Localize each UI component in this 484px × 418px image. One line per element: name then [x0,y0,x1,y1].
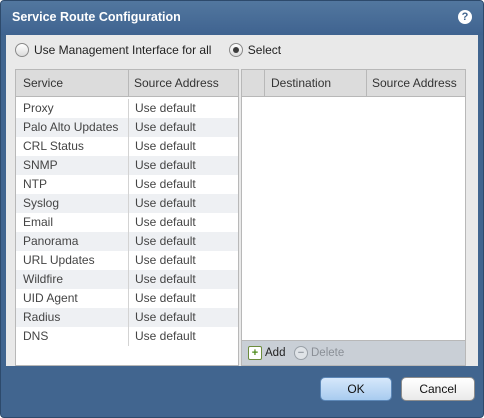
help-icon[interactable]: ? [458,10,472,24]
radio-select[interactable]: Select [228,42,281,58]
delete-button-label: Delete [311,347,345,359]
source-address-cell[interactable]: Use default [128,175,196,194]
service-name-cell: Radius [23,310,61,324]
source-address-cell[interactable]: Use default [128,308,196,327]
mode-radio-group: Use Management Interface for all Select [15,42,281,60]
service-name-cell: Email [23,215,54,229]
destination-table: Destination Source Address + Add − Delete [241,69,466,366]
source-address-cell[interactable]: Use default [128,232,196,251]
service-name-cell: Syslog [23,196,60,210]
service-name-cell: Proxy [23,101,54,115]
source-address-cell[interactable]: Use default [128,270,196,289]
delete-button[interactable]: − Delete [294,345,344,361]
add-icon: + [248,345,262,360]
service-name-cell: DNS [23,329,49,343]
source-address-cell[interactable]: Use default [128,156,196,175]
service-name-cell: Wildfire [23,272,64,286]
service-name-cell: UID Agent [23,291,78,305]
table-row[interactable]: UID Agent Use default [16,289,238,308]
service-name-cell: Palo Alto Updates [23,120,119,134]
services-table-header: Service Source Address [16,70,238,97]
source-address-cell[interactable]: Use default [128,118,196,137]
dialog-titlebar[interactable]: Service Route Configuration ? [1,1,483,35]
row-select-column-header[interactable] [242,70,265,96]
service-name-cell: URL Updates [23,253,95,267]
source-address-cell[interactable]: Use default [128,327,196,346]
source-address-cell[interactable]: Use default [128,137,196,156]
column-header-dest-source-address[interactable]: Source Address [366,70,465,96]
service-name-cell: NTP [23,177,47,191]
table-row[interactable]: CRL Status Use default [16,137,238,156]
dialog-content: Use Management Interface for all Select … [6,35,478,366]
radio-unchecked-icon[interactable] [15,43,29,58]
destination-table-header: Destination Source Address [242,70,465,97]
cancel-button[interactable]: Cancel [401,377,475,401]
radio-use-management-label[interactable]: Use Management Interface for all [34,43,211,57]
table-row[interactable]: Palo Alto Updates Use default [16,118,238,137]
source-address-cell[interactable]: Use default [128,289,196,308]
add-button-label: Add [265,347,286,359]
service-name-cell: Panorama [23,234,79,248]
table-row[interactable]: SNMP Use default [16,156,238,175]
destination-toolbar: + Add − Delete [242,340,465,365]
table-row[interactable]: URL Updates Use default [16,251,238,270]
table-row[interactable]: Email Use default [16,213,238,232]
source-address-cell[interactable]: Use default [128,213,196,232]
table-row[interactable]: Radius Use default [16,308,238,327]
ok-button[interactable]: OK [320,377,392,401]
source-address-cell[interactable]: Use default [128,251,196,270]
radio-use-management[interactable]: Use Management Interface for all [15,42,211,58]
source-address-cell[interactable]: Use default [128,194,196,213]
table-row[interactable]: DNS Use default [16,327,238,346]
column-header-source-address[interactable]: Source Address [128,70,238,96]
table-row[interactable]: Proxy Use default [16,99,238,118]
delete-icon: − [294,345,308,360]
column-header-destination[interactable]: Destination [271,70,331,96]
source-address-cell[interactable]: Use default [128,99,196,118]
services-table: Service Source Address Proxy Use default P… [15,69,239,366]
services-table-body: Proxy Use default Palo Alto Updates Use def… [16,97,238,346]
service-name-cell: SNMP [23,158,58,172]
table-row[interactable]: NTP Use default [16,175,238,194]
dialog-title: Service Route Configuration [12,10,181,24]
column-header-service[interactable]: Service [23,70,63,96]
radio-checked-icon[interactable] [228,43,243,58]
table-row[interactable]: Panorama Use default [16,232,238,251]
radio-select-label[interactable]: Select [248,43,281,57]
table-row[interactable]: Wildfire Use default [16,270,238,289]
table-row[interactable]: Syslog Use default [16,194,238,213]
service-route-dialog: Service Route Configuration ? Use Manage… [0,0,484,418]
add-button[interactable]: + Add [248,345,285,361]
service-name-cell: CRL Status [23,139,84,153]
